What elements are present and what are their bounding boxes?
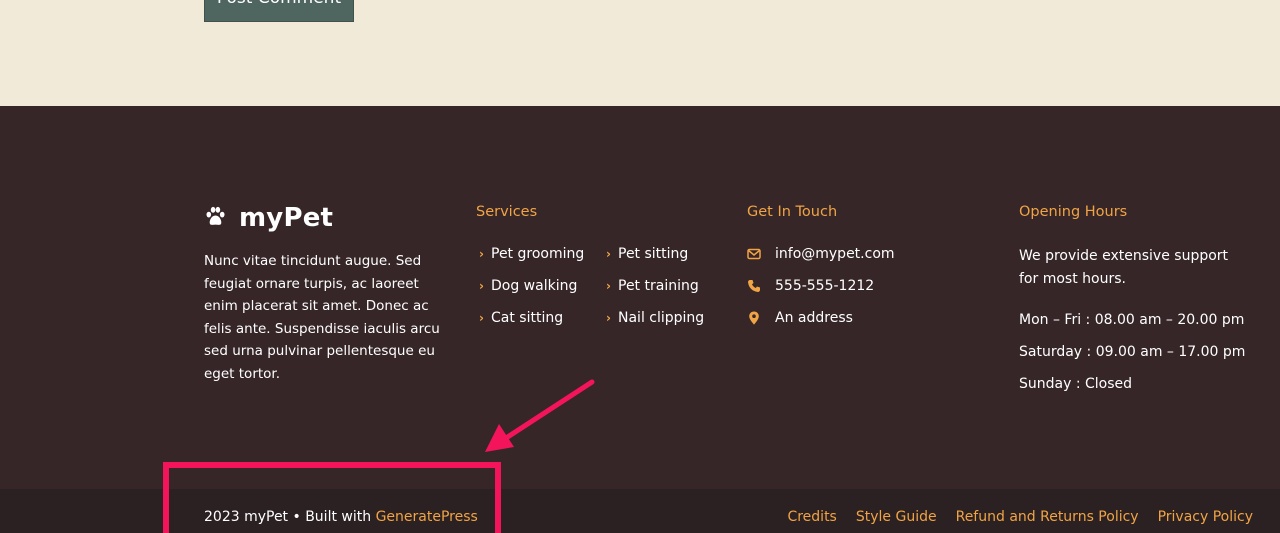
annotation-arrow <box>485 379 595 452</box>
